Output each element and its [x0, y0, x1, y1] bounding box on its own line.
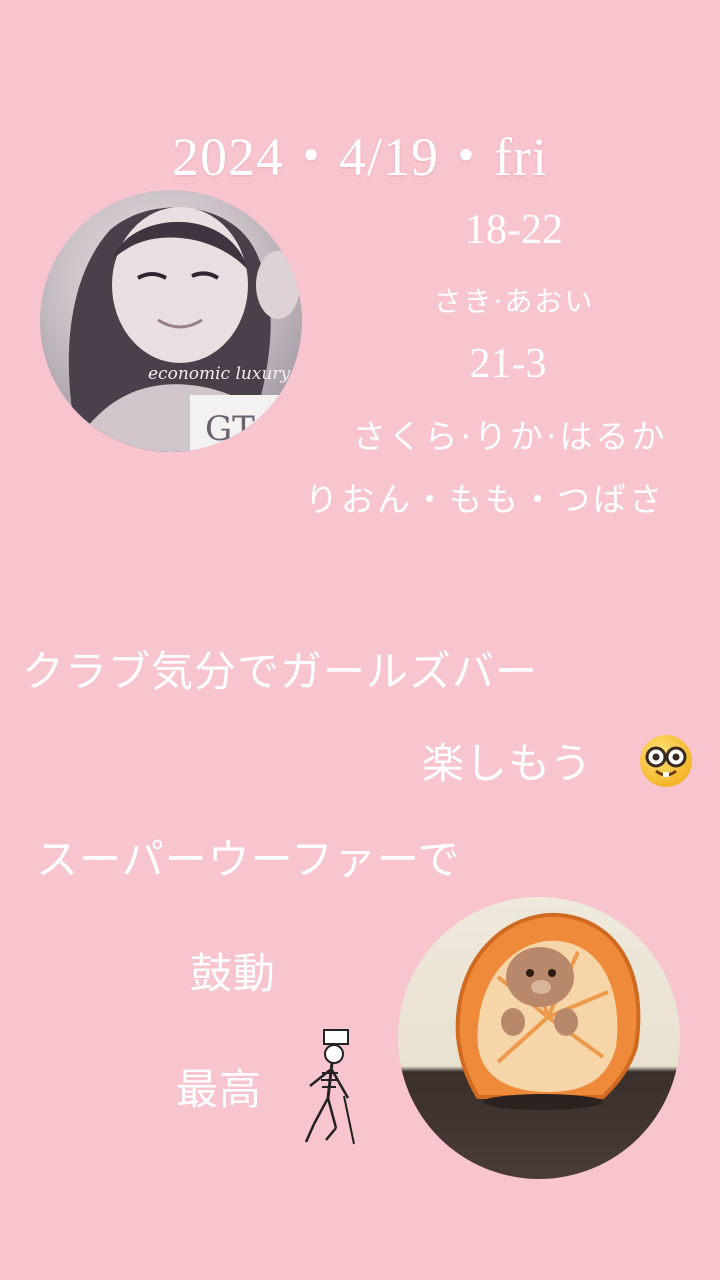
event-date: 2024・4/19・fri [172, 127, 548, 187]
shift2-names-line2: りおん・もも・つばさ [305, 480, 665, 519]
shift1-time: 18-22 [465, 207, 563, 253]
shift2-time: 21-3 [469, 341, 547, 387]
shift2-names-line1: さくら·りか·はるか [352, 417, 668, 456]
avatar-watermark: economic luxury [148, 364, 291, 384]
toy-photo [398, 897, 680, 1179]
message-line-2: 楽しもう [422, 739, 593, 788]
nerd-face-icon [640, 735, 692, 787]
message-line-5: 最高 [176, 1065, 263, 1114]
skeleton-icon [296, 1028, 360, 1148]
avatar: GT economic luxury [40, 190, 302, 452]
svg-text:GT: GT [205, 409, 255, 449]
shift1-names: さき·あおい [433, 285, 595, 318]
message-line-4: 鼓動 [190, 949, 277, 998]
message-line-3: スーパーウーファーで [36, 835, 461, 884]
message-line-1: クラブ気分でガールズバー [22, 647, 539, 696]
portrait-illustration: GT [68, 207, 302, 452]
